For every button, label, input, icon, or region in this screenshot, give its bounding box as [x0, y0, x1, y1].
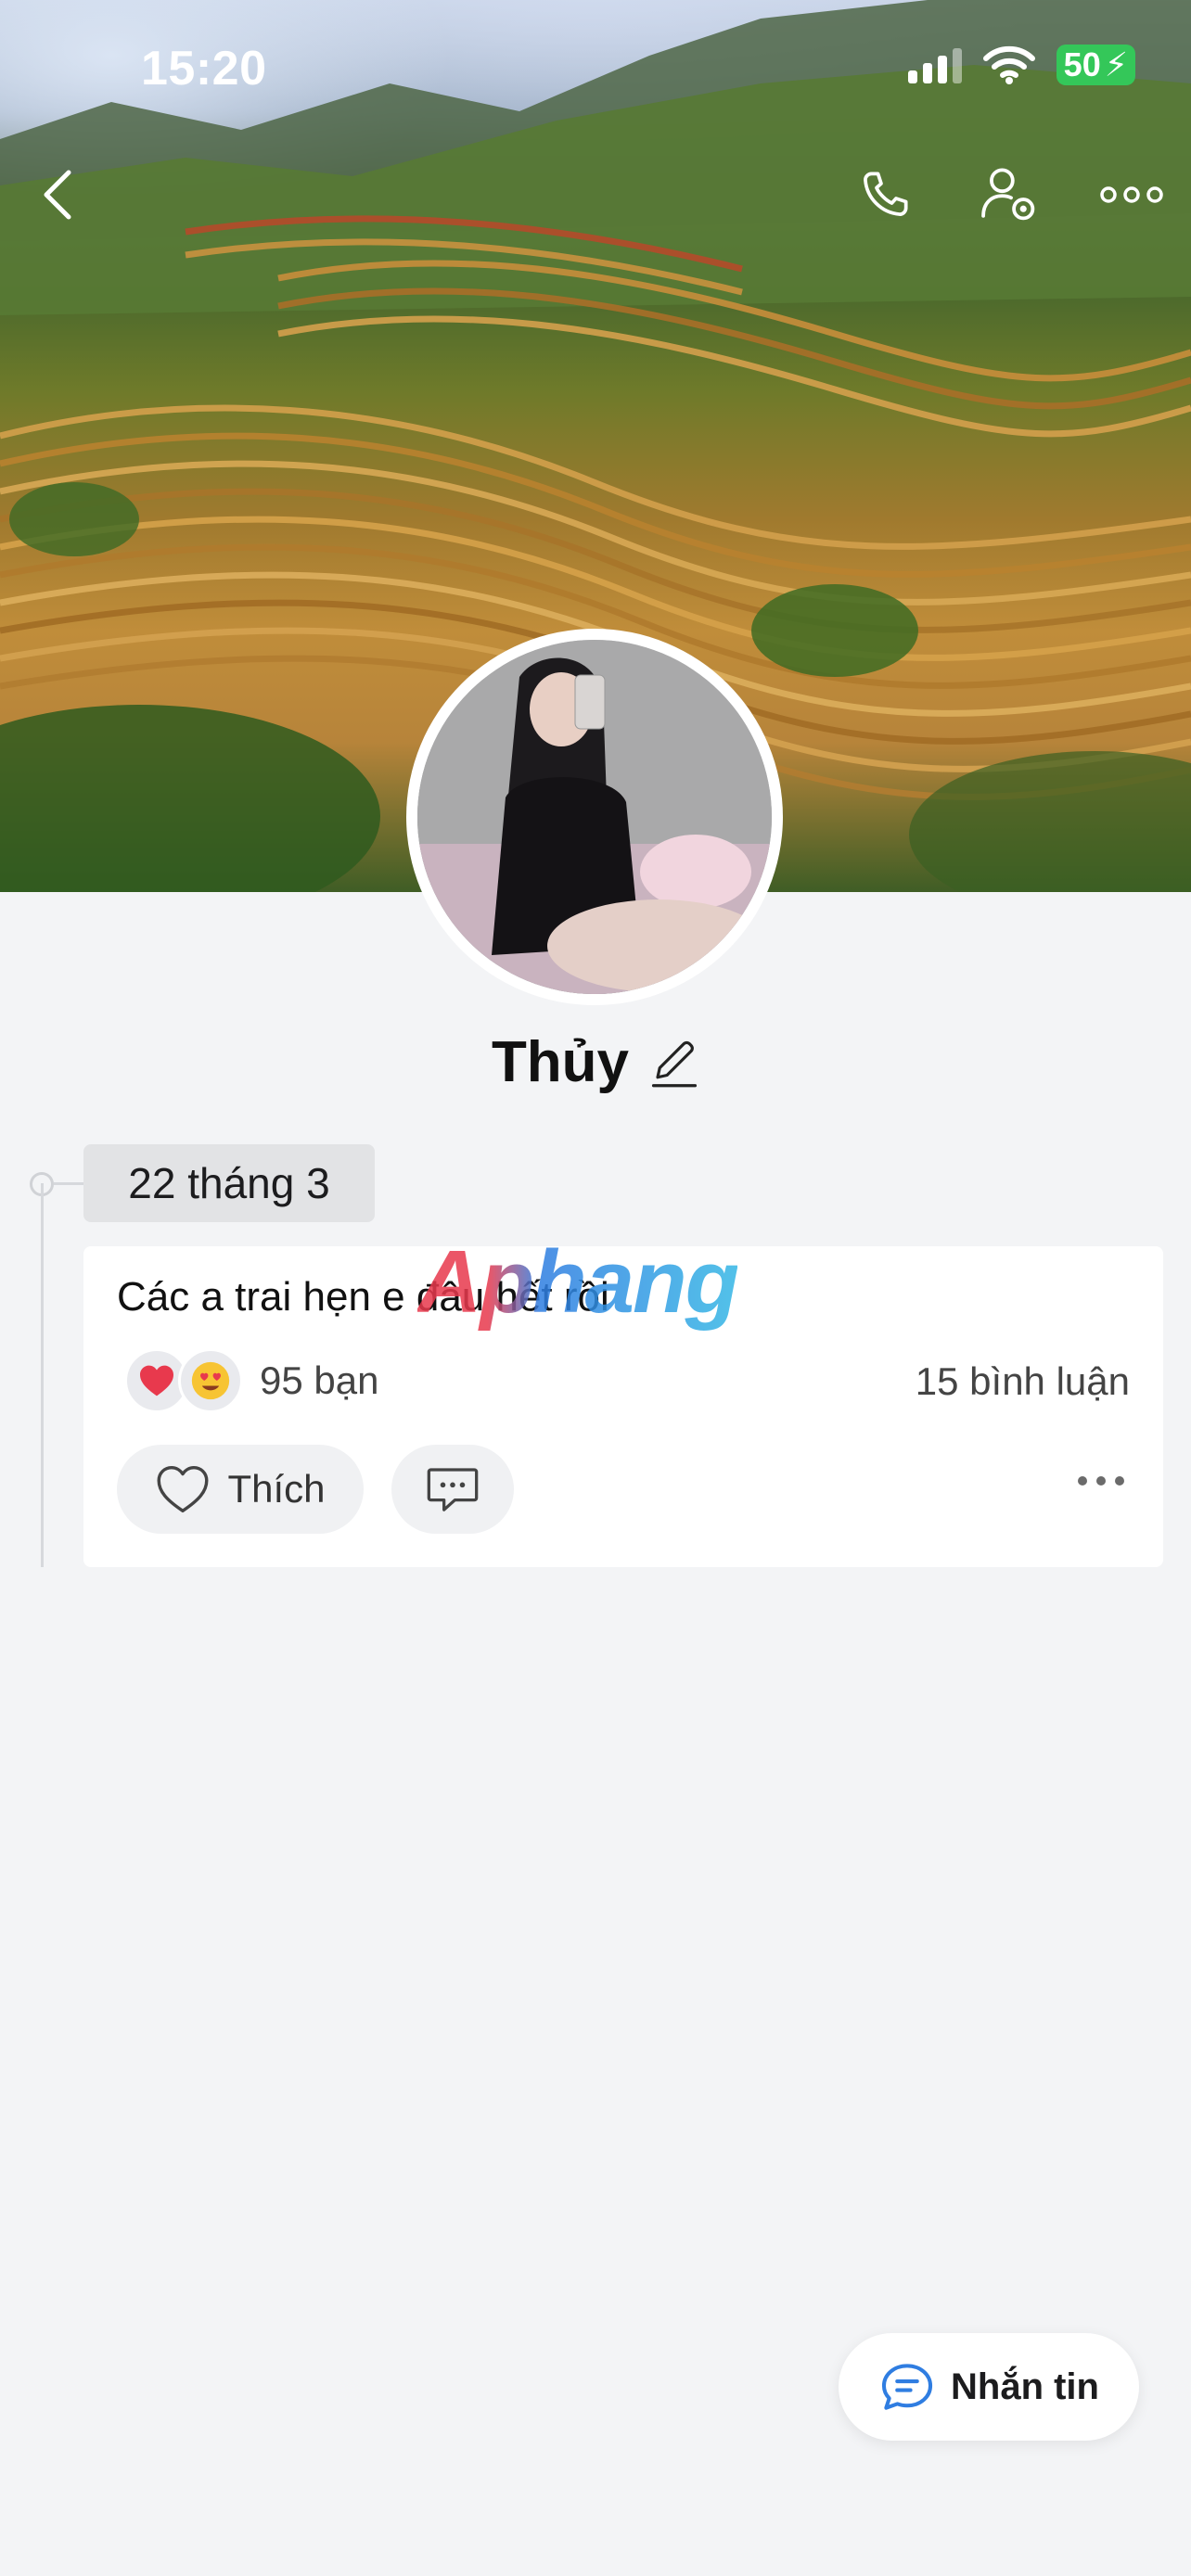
profile-settings-button[interactable] — [972, 158, 1046, 232]
wifi-icon — [982, 45, 1035, 84]
heart-eyes-reaction-icon — [178, 1348, 243, 1413]
timeline-connector — [54, 1182, 83, 1185]
avatar-photo — [417, 640, 772, 994]
chat-icon — [881, 2364, 933, 2410]
cellular-signal-icon — [907, 46, 962, 83]
call-button[interactable] — [848, 158, 922, 232]
phone-icon — [864, 172, 908, 216]
post-more-options-icon[interactable] — [1078, 1476, 1124, 1486]
timeline-line — [41, 1183, 44, 1567]
avatar-illustration — [417, 640, 772, 994]
charging-icon: ⚡ — [1104, 45, 1128, 83]
post-date-label: 22 tháng 3 — [83, 1144, 375, 1222]
chevron-left-icon — [44, 170, 71, 220]
comment-button[interactable] — [391, 1445, 514, 1534]
profile-avatar[interactable] — [406, 629, 783, 1005]
status-icons: 50 ⚡ — [907, 45, 1135, 85]
battery-indicator: 50 ⚡ — [1056, 45, 1135, 85]
comment-count-link[interactable]: 15 bình luận — [916, 1359, 1130, 1404]
profile-name-row: Thủy — [0, 1029, 1191, 1095]
like-label: Thích — [227, 1467, 326, 1511]
back-button[interactable] — [20, 158, 95, 232]
heart-outline-icon — [157, 1465, 209, 1513]
watermark-logo: Aphang — [417, 1232, 739, 1332]
profile-page: 15:20 50 ⚡ Thủy 22 tháng 3 Các a trai hẹ… — [0, 0, 1191, 2576]
profile-name: Thủy — [491, 1030, 630, 1094]
user-settings-icon — [981, 168, 1035, 221]
status-time: 15:20 — [141, 42, 267, 96]
comment-bubble-icon — [427, 1468, 479, 1511]
more-horizontal-icon — [1100, 186, 1163, 203]
send-message-button[interactable]: Nhắn tin — [839, 2333, 1139, 2441]
reaction-count: 95 bạn — [260, 1358, 379, 1402]
edit-pencil-icon[interactable] — [649, 1035, 699, 1090]
send-message-label: Nhắn tin — [951, 2366, 1099, 2407]
battery-level: 50 — [1063, 45, 1101, 83]
like-button[interactable]: Thích — [117, 1445, 364, 1534]
post-card[interactable]: Các a trai hẹn e đâu hết rồi Aphang 95 b… — [83, 1232, 1163, 1567]
reactions-summary[interactable]: 95 bạn — [124, 1348, 378, 1413]
more-options-button[interactable] — [1095, 158, 1169, 232]
